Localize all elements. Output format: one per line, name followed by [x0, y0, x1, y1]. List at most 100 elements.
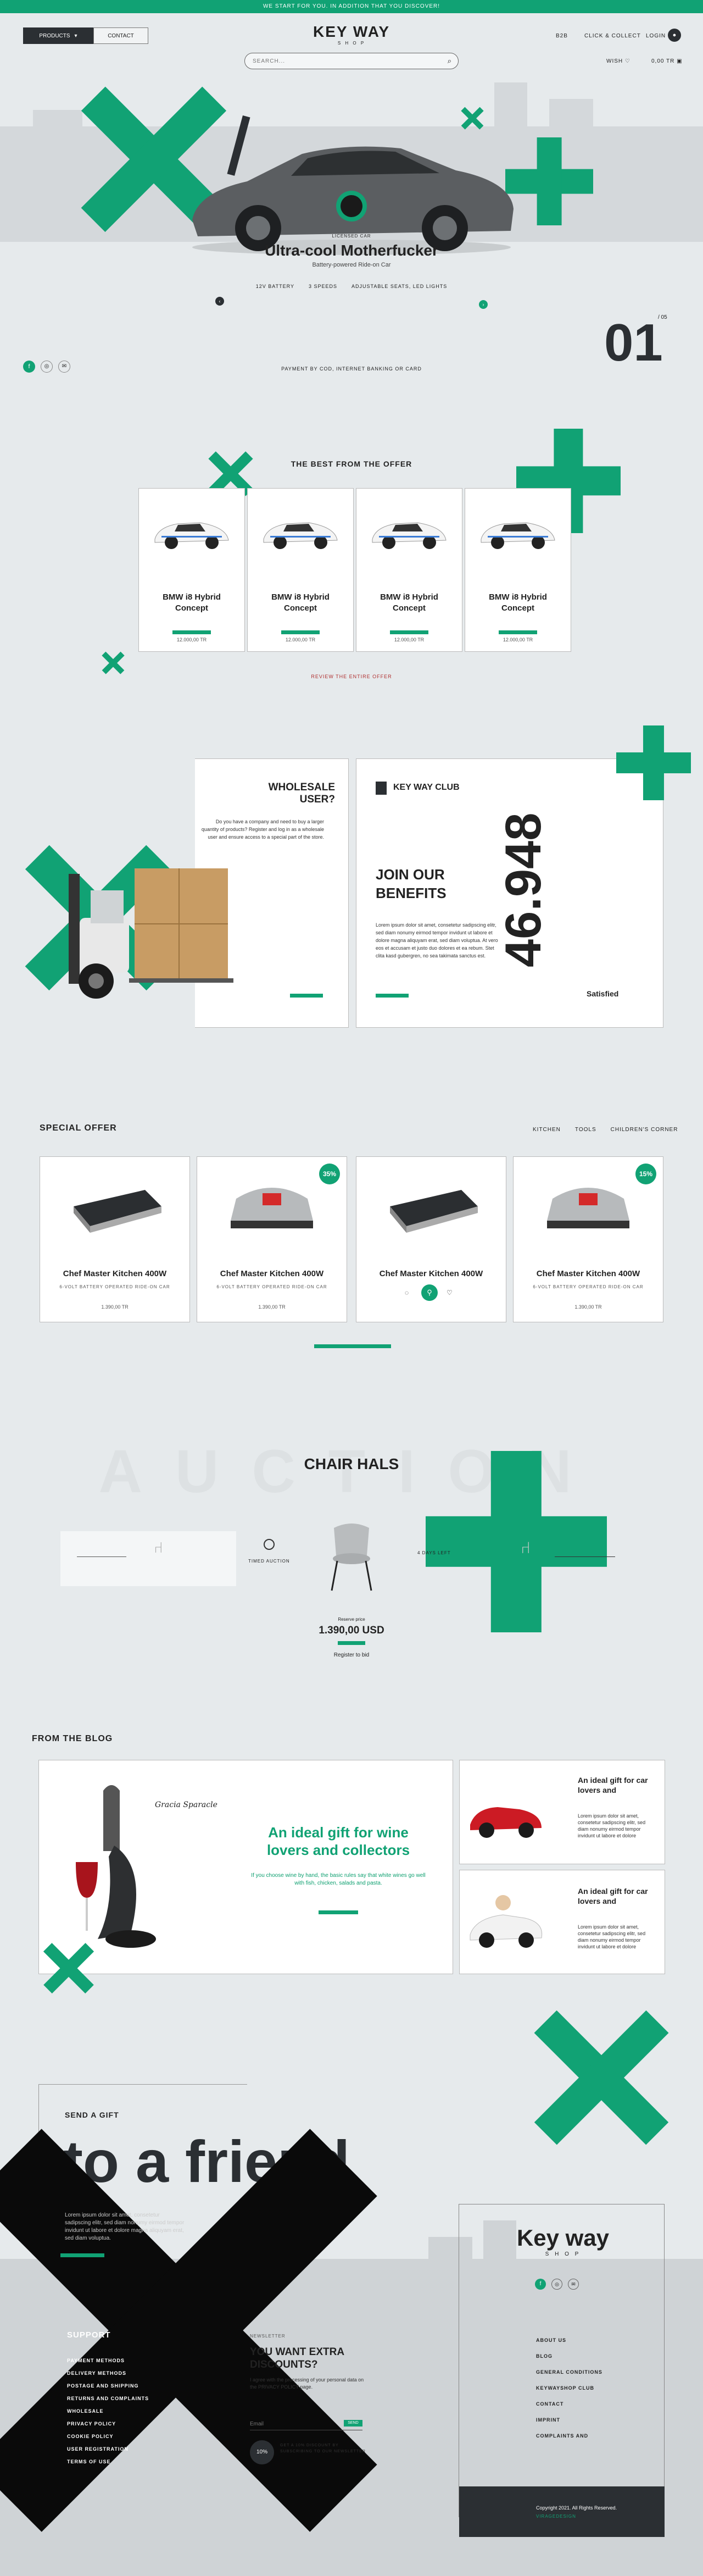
wish-label: WISH — [606, 58, 623, 64]
support-link[interactable]: TERMS OF USE — [67, 2456, 149, 2468]
product-card[interactable]: Chef Master Kitchen 400W ◌ ⚲ ♡ — [356, 1156, 506, 1322]
product-name[interactable]: Chef Master Kitchen 400W — [40, 1269, 189, 1278]
chair-image — [331, 1524, 372, 1591]
product-name[interactable]: BMW i8 Hybrid Concept — [356, 592, 462, 614]
search-icon[interactable]: ⌕ — [448, 57, 451, 65]
footer-nav-link[interactable]: ABOUT US — [536, 2333, 602, 2348]
footer-logo[interactable]: Key way S H O P — [483, 2225, 643, 2257]
user-avatar-icon[interactable]: ● — [668, 29, 681, 42]
compare-icon[interactable]: ◌ — [405, 1289, 409, 1297]
instagram-icon[interactable]: ◎ — [41, 361, 53, 373]
support-link[interactable]: COOKIE POLICY — [67, 2430, 149, 2443]
club-bag-icon — [376, 782, 387, 795]
footer-right-links: ABOUT US BLOG GENERAL CONDITIONS KEYWAYSHOP… — [536, 2333, 602, 2444]
footer-nav-link[interactable]: BLOG — [536, 2348, 602, 2364]
club-join-link[interactable] — [376, 994, 409, 998]
product-card[interactable]: BMW i8 Hybrid Concept 12.000,00 TR — [138, 488, 245, 652]
product-card[interactable]: Chef Master Kitchen 400W 6-VOLT BATTERY O… — [197, 1156, 347, 1322]
side-post-title[interactable]: An ideal gift for car lovers and — [578, 1775, 655, 1795]
support-link[interactable]: WHOLESALE — [67, 2405, 149, 2418]
product-card[interactable]: BMW i8 Hybrid Concept 12.000,00 TR — [465, 488, 571, 652]
newsletter-email-input[interactable] — [250, 2418, 332, 2430]
auction-side-card — [60, 1531, 236, 1586]
product-image — [74, 1190, 161, 1233]
support-link[interactable]: POSTAGE AND SHIPPING — [67, 2380, 149, 2392]
footer-nav-link[interactable]: KEYWAYSHOP CLUB — [536, 2380, 602, 2396]
add-to-cart-icon[interactable]: ⚲ — [421, 1284, 438, 1301]
b2b-link[interactable]: B2B — [556, 33, 568, 39]
product-price-bar — [281, 630, 320, 634]
view-all-products-link[interactable] — [314, 1344, 391, 1348]
product-name[interactable]: BMW i8 Hybrid Concept — [465, 592, 571, 614]
contact-button[interactable]: CONTACT — [93, 27, 148, 44]
side-post-title[interactable]: An ideal gift for car lovers and — [578, 1886, 655, 1906]
search-input[interactable] — [253, 53, 434, 69]
product-price: 1.390,00 TR — [101, 1304, 129, 1310]
support-link[interactable]: USER REGISTRATION — [67, 2443, 149, 2456]
support-link[interactable]: PRIVACY POLICY — [67, 2418, 149, 2430]
review-offer-link[interactable]: REVIEW THE ENTIRE OFFER — [297, 674, 406, 679]
product-name[interactable]: Chef Master Kitchen 400W — [356, 1269, 506, 1278]
footer-nav-link[interactable]: IMPRINT — [536, 2412, 602, 2428]
promo-text: WE START FOR YOU. IN ADDITION THAT YOU D… — [263, 3, 440, 9]
product-name[interactable]: BMW i8 Hybrid Concept — [248, 592, 353, 614]
login-link[interactable]: LOGIN — [646, 33, 666, 39]
support-link[interactable]: PAYMENT METHODS — [67, 2355, 149, 2367]
product-name[interactable]: Chef Master Kitchen 400W — [514, 1269, 663, 1278]
next-slide-arrow-icon[interactable]: › — [479, 300, 488, 309]
footer-nav-link[interactable]: COMPLAINTS AND — [536, 2428, 602, 2444]
support-link[interactable]: DELIVERY METHODS — [67, 2367, 149, 2380]
slide-number: 01 — [604, 313, 663, 372]
cart-link[interactable]: 0,00 TR ▣ — [651, 58, 683, 64]
product-card[interactable]: Chef Master Kitchen 400W 6-VOLT BATTERY O… — [513, 1156, 663, 1322]
chair-thumbnail-icon[interactable]: ⑁ — [521, 1539, 531, 1558]
product-card[interactable]: BMW i8 Hybrid Concept 12.000,00 TR — [247, 488, 354, 652]
product-image — [481, 522, 555, 549]
product-card[interactable]: Chef Master Kitchen 400W 6-VOLT BATTERY O… — [40, 1156, 190, 1322]
social-icon[interactable]: ✉ — [568, 2279, 579, 2290]
instagram-icon[interactable]: ◎ — [551, 2279, 562, 2290]
click-collect-link[interactable]: CLICK & COLLECT — [584, 33, 641, 39]
newsletter-label: NEWSLETTER — [250, 2334, 286, 2339]
forklift-image — [69, 868, 233, 999]
footer-nav-link[interactable]: GENERAL CONDITIONS — [536, 2364, 602, 2380]
heart-icon[interactable]: ♡ — [447, 1289, 453, 1297]
facebook-icon[interactable]: f — [23, 361, 35, 373]
product-name[interactable]: BMW i8 Hybrid Concept — [139, 592, 244, 614]
blog-read-more-link[interactable] — [319, 1910, 358, 1914]
category-kitchen-link[interactable]: KITCHEN — [533, 1127, 561, 1133]
product-image — [154, 522, 229, 549]
newsletter-submit-button[interactable]: SEND — [344, 2420, 362, 2427]
best-offer-title: THE BEST FROM THE OFFER — [291, 459, 412, 468]
cart-icon: ▣ — [677, 58, 683, 64]
product-name[interactable]: Chef Master Kitchen 400W — [197, 1269, 347, 1278]
bid-now-link[interactable] — [338, 1641, 365, 1645]
gift-send-link[interactable] — [60, 2253, 104, 2257]
wholesale-register-link[interactable] — [290, 994, 323, 998]
social-icon[interactable]: ✉ — [58, 361, 70, 373]
product-description: 6-VOLT BATTERY OPERATED RIDE-ON CAR — [533, 1284, 644, 1289]
product-card[interactable]: BMW i8 Hybrid Concept 12.000,00 TR — [356, 488, 462, 652]
register-note: Register to bid — [333, 1652, 370, 1658]
facebook-icon[interactable]: f — [535, 2279, 546, 2290]
support-link[interactable]: RETURNS AND COMPLAINTS — [67, 2392, 149, 2405]
credit-link[interactable]: VIRAGEDESIGN — [536, 2514, 576, 2519]
side-post-text: Lorem ipsum dolor sit amet, consetetur s… — [578, 1924, 646, 1949]
category-filters: KITCHEN TOOLS CHILDREN'S CORNER — [533, 1127, 678, 1133]
newsletter-form: SEND — [250, 2418, 362, 2430]
category-tools-link[interactable]: TOOLS — [575, 1127, 596, 1133]
contact-label: CONTACT — [108, 32, 134, 39]
products-menu-button[interactable]: PRODUCTS ▾ — [23, 27, 93, 44]
prev-slide-arrow-icon[interactable]: ‹ — [215, 297, 224, 306]
search-bar[interactable]: ⌕ — [244, 53, 459, 69]
site-logo[interactable]: KEY WAY S H O P — [297, 23, 406, 46]
chair-thumbnail-icon[interactable]: ⑁ — [154, 1539, 163, 1556]
wishlist-link[interactable]: WISH ♡ — [606, 58, 631, 64]
payment-note: PAYMENT BY COD, INTERNET BANKING OR CARD — [281, 366, 422, 372]
blog-main-title[interactable]: An ideal gift for wine lovers and collec… — [250, 1824, 426, 1859]
logo-title: KEY WAY — [313, 23, 390, 40]
product-price-bar — [390, 630, 428, 634]
club-text: Lorem ipsum dolor sit amet, consetetur s… — [376, 922, 498, 959]
category-children-link[interactable]: CHILDREN'S CORNER — [611, 1127, 678, 1133]
footer-nav-link[interactable]: CONTACT — [536, 2396, 602, 2412]
